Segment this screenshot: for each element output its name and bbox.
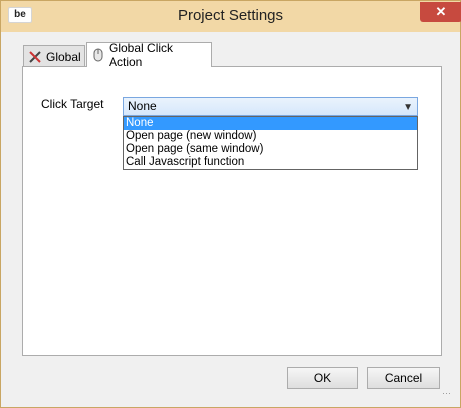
ok-button[interactable]: OK <box>287 367 358 389</box>
click-target-select[interactable]: None ▼ <box>123 97 418 116</box>
tools-icon <box>28 50 42 64</box>
resize-grip-icon[interactable]: ⋯ <box>442 388 451 399</box>
tab-panel: SOFTPEDIA Click Target None ▼ None Open … <box>22 66 442 356</box>
cancel-button[interactable]: Cancel <box>367 367 440 389</box>
tab-click-label: Global Click Action <box>109 41 174 69</box>
click-target-label: Click Target <box>41 97 104 111</box>
select-value: None <box>128 99 157 113</box>
dialog-body: Global Global Click Action SOFTPEDIA Cli… <box>8 32 453 401</box>
mouse-icon <box>91 48 105 62</box>
project-settings-window: be Project Settings ✕ Global Global Clic… <box>0 0 461 408</box>
tab-global[interactable]: Global <box>23 45 85 67</box>
tab-global-click-action[interactable]: Global Click Action <box>86 41 212 69</box>
dropdown-option[interactable]: Call Javascript function <box>124 156 417 169</box>
window-title: Project Settings <box>177 7 284 24</box>
dropdown-option[interactable]: Open page (new window) <box>124 130 417 143</box>
click-target-dropdown: None Open page (new window) Open page (s… <box>123 116 418 170</box>
dropdown-option[interactable]: Open page (same window) <box>124 143 417 156</box>
title-bar[interactable]: be Project Settings ✕ <box>1 1 461 32</box>
tab-global-label: Global <box>46 49 81 64</box>
chevron-down-icon[interactable]: ▼ <box>403 100 413 115</box>
close-button[interactable]: ✕ <box>420 2 461 22</box>
dropdown-option[interactable]: None <box>124 117 417 130</box>
